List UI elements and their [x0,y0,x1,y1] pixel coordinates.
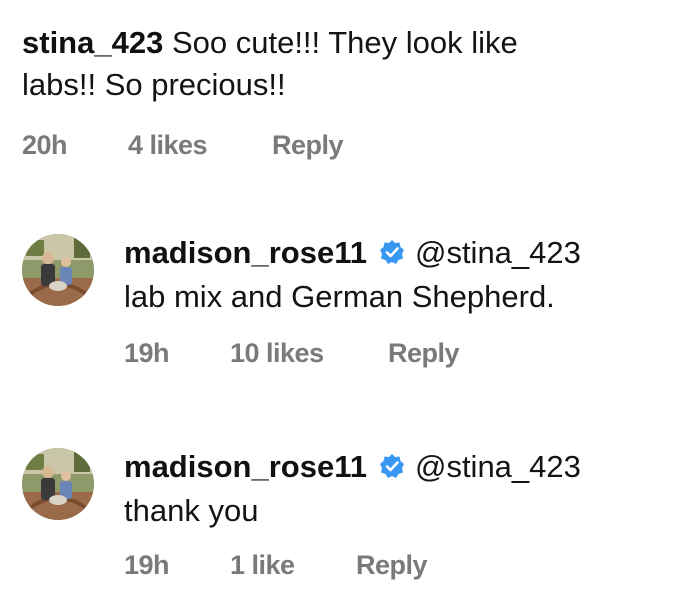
mention-link[interactable]: @stina_423 [415,449,581,484]
comment-body: stina_423 Soo cute!!! They look like lab… [22,22,662,106]
comment-username[interactable]: madison_rose11 [124,449,367,484]
comment-body: madison_rose11 @stina_423 thank you [124,446,664,532]
profile-photo-icon [22,234,94,306]
comment-body: madison_rose11 @stina_423 lab mix and Ger… [124,232,664,318]
comment-text: thank you [124,493,259,528]
reply-button[interactable]: Reply [356,550,428,581]
comment-timestamp: 19h [124,550,170,580]
profile-photo-icon [22,448,94,520]
verified-badge-icon [379,234,405,276]
mention-link[interactable]: @stina_423 [415,235,581,270]
reply-button[interactable]: Reply [388,338,460,369]
avatar[interactable] [22,448,94,520]
comment-likes[interactable]: 1 like [230,550,295,581]
reply-button[interactable]: Reply [272,130,344,161]
comment-text: lab mix and German Shepherd. [124,279,555,314]
comment-text: Soo cute!!! They look like [171,25,518,60]
comment-likes[interactable]: 4 likes [128,130,208,161]
avatar[interactable] [22,234,94,306]
comment-likes[interactable]: 10 likes [230,338,324,369]
comment-username[interactable]: madison_rose11 [124,235,367,270]
comment-timestamp: 19h [124,338,170,368]
comment-text-continued: labs!! So precious!! [22,67,286,102]
comment-timestamp: 20h [22,130,68,160]
verified-badge-icon [379,448,405,490]
comment-username[interactable]: stina_423 [22,25,163,60]
